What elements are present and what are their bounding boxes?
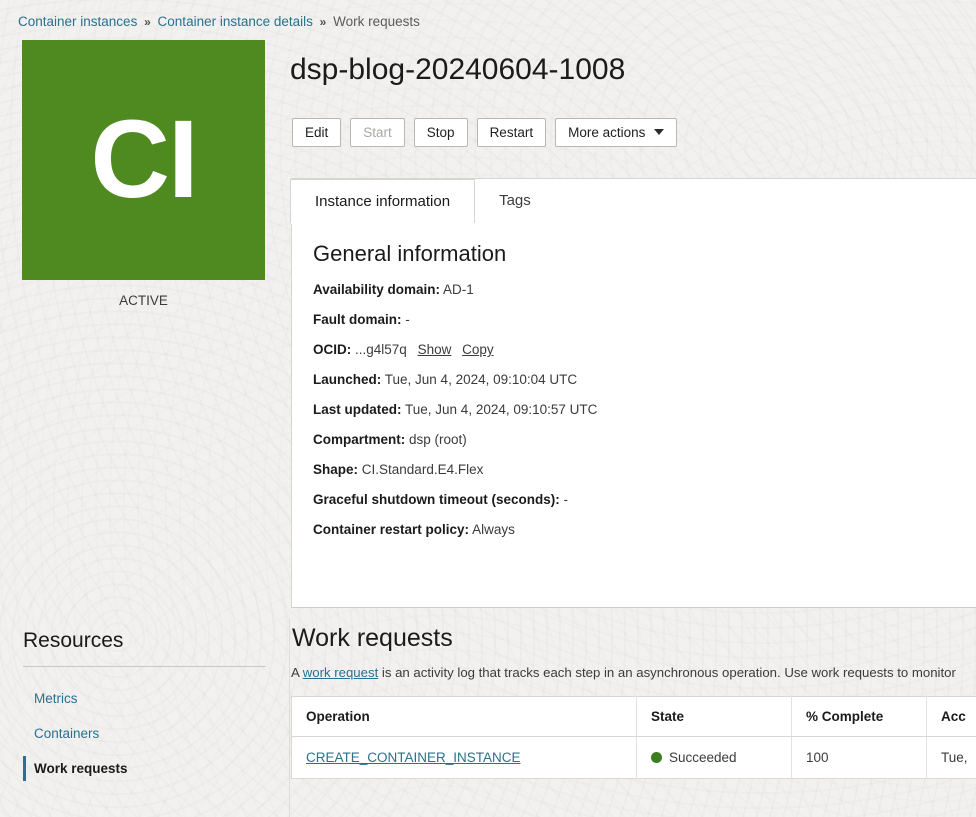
field-container-restart-policy: Container restart policy: Always — [313, 507, 976, 537]
table-body: CREATE_CONTAINER_INSTANCE Succeeded 100 … — [291, 736, 976, 779]
field-value: AD-1 — [443, 282, 474, 297]
field-label: Last updated: — [313, 402, 402, 417]
field-graceful-shutdown-timeout: Graceful shutdown timeout (seconds): - — [313, 477, 976, 507]
field-value: Tue, Jun 4, 2024, 09:10:04 UTC — [384, 372, 578, 387]
resources-sidebar: Resources Metrics Containers Work reques… — [0, 615, 290, 817]
work-requests-heading: Work requests — [292, 624, 453, 652]
ocid-copy-link[interactable]: Copy — [462, 342, 494, 357]
field-shape: Shape: CI.Standard.E4.Flex — [313, 447, 976, 477]
work-requests-section: Work requests A work request is an activ… — [291, 618, 976, 779]
description-prefix: A — [291, 665, 303, 680]
page-title: dsp-blog-20240604-1008 — [290, 53, 626, 86]
field-label: Fault domain: — [313, 312, 402, 327]
resources-heading: Resources — [23, 629, 124, 652]
stop-button[interactable]: Stop — [413, 118, 468, 147]
cell-operation: CREATE_CONTAINER_INSTANCE — [291, 736, 637, 779]
breadcrumb: Container instances » Container instance… — [18, 14, 420, 29]
resources-divider — [23, 666, 266, 667]
column-header-accepted[interactable]: Acc — [926, 696, 976, 737]
field-label: Launched: — [313, 372, 382, 387]
column-header-percent-complete[interactable]: % Complete — [791, 696, 927, 737]
start-button[interactable]: Start — [350, 118, 405, 147]
breadcrumb-item-work-requests: Work requests — [333, 14, 420, 29]
sidebar-edge-divider — [289, 618, 290, 817]
chevron-down-icon — [654, 129, 665, 135]
cell-percent-complete: 100 — [791, 736, 927, 779]
field-value: - — [563, 492, 569, 507]
tab-instance-information[interactable]: Instance information — [290, 179, 476, 224]
restart-button[interactable]: Restart — [476, 118, 547, 147]
resources-list: Metrics Containers Work requests — [0, 681, 290, 786]
field-label: Compartment: — [313, 432, 406, 447]
field-value: Always — [472, 522, 515, 537]
breadcrumb-item-container-instance-details[interactable]: Container instance details — [158, 14, 313, 29]
cell-state: Succeeded — [636, 736, 792, 779]
general-information-heading: General information — [313, 241, 507, 266]
instance-summary-column: CI ACTIVE — [0, 40, 290, 308]
field-value: Tue, Jun 4, 2024, 09:10:57 UTC — [405, 402, 598, 417]
field-last-updated: Last updated: Tue, Jun 4, 2024, 09:10:57… — [313, 387, 976, 417]
container-instance-logo: CI — [22, 40, 265, 280]
operation-link[interactable]: CREATE_CONTAINER_INSTANCE — [306, 750, 521, 765]
sidebar-item-containers[interactable]: Containers — [0, 716, 290, 751]
column-header-operation[interactable]: Operation — [291, 696, 637, 737]
edit-button[interactable]: Edit — [292, 118, 342, 147]
breadcrumb-separator-icon: » — [144, 15, 151, 29]
container-instance-logo-text: CI — [90, 98, 199, 221]
breadcrumb-item-container-instances[interactable]: Container instances — [18, 14, 137, 29]
field-label: Availability domain: — [313, 282, 441, 297]
tab-tags[interactable]: Tags — [475, 179, 555, 223]
work-requests-table: Operation State % Complete Acc CREATE_CO… — [291, 696, 976, 779]
field-availability-domain: Availability domain: AD-1 — [313, 267, 976, 297]
more-actions-label: More actions — [568, 125, 646, 140]
field-label: Container restart policy: — [313, 522, 470, 537]
status-dot-icon — [651, 752, 662, 763]
oci-console-page: Container instances » Container instance… — [0, 0, 976, 817]
table-header-row: Operation State % Complete Acc — [291, 696, 976, 737]
sidebar-item-metrics[interactable]: Metrics — [0, 681, 290, 716]
general-information-section: General information Availability domain:… — [291, 223, 976, 537]
work-requests-description: A work request is an activity log that t… — [291, 665, 976, 680]
table-row: CREATE_CONTAINER_INSTANCE Succeeded 100 … — [291, 736, 976, 779]
description-suffix: is an activity log that tracks each step… — [378, 665, 956, 680]
ocid-show-link[interactable]: Show — [418, 342, 452, 357]
cell-accepted: Tue, — [926, 736, 976, 779]
field-value: dsp (root) — [409, 432, 467, 447]
field-value: CI.Standard.E4.Flex — [361, 462, 484, 477]
field-compartment: Compartment: dsp (root) — [313, 417, 976, 447]
field-label: Shape: — [313, 462, 359, 477]
more-actions-button[interactable]: More actions — [555, 118, 678, 147]
field-value: ...g4l57q — [355, 342, 407, 357]
field-label: Graceful shutdown timeout (seconds): — [313, 492, 560, 507]
field-fault-domain: Fault domain: - — [313, 297, 976, 327]
breadcrumb-separator-icon: » — [319, 15, 327, 29]
field-ocid: OCID: ...g4l57q Show Copy — [313, 327, 976, 357]
state-label: Succeeded — [669, 750, 737, 765]
column-header-state[interactable]: State — [636, 696, 792, 737]
tab-bar: Instance information Tags — [290, 178, 976, 224]
action-button-bar: Edit Start Stop Restart More actions — [292, 118, 678, 147]
work-request-doc-link[interactable]: work request — [303, 665, 379, 680]
table-head: Operation State % Complete Acc — [291, 696, 976, 737]
sidebar-item-work-requests[interactable]: Work requests — [0, 751, 290, 786]
field-label: OCID: — [313, 342, 352, 357]
status-badge: ACTIVE — [119, 293, 168, 308]
field-launched: Launched: Tue, Jun 4, 2024, 09:10:04 UTC — [313, 357, 976, 387]
field-value: - — [405, 312, 410, 327]
